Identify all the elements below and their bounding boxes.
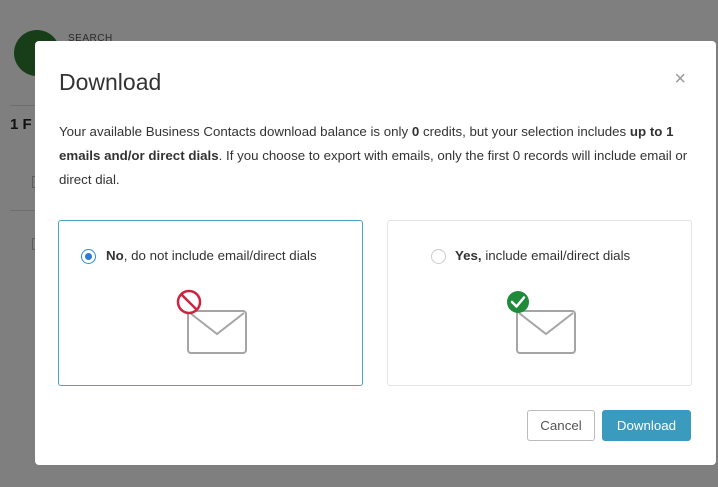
close-icon[interactable]: × [674,69,686,89]
download-modal: Download × Your available Business Conta… [35,41,716,465]
option-label-text: include email/direct dials [481,248,631,263]
option-include-emails[interactable]: Yes, include email/direct dials [387,220,692,386]
radio-include-emails[interactable] [431,249,446,264]
envelope-blocked-icon [176,289,247,354]
option-label-bold: Yes, [455,248,482,263]
option-exclude-emails[interactable]: No, do not include email/direct dials [58,220,363,386]
option-label-bold: No [106,248,124,263]
envelope-approved-icon [507,291,576,354]
option-include-label: Yes, include email/direct dials [455,248,630,263]
option-exclude-label: No, do not include email/direct dials [106,248,317,263]
cancel-button[interactable]: Cancel [527,410,595,441]
modal-title: Download [59,69,162,95]
balance-message: Your available Business Contacts downloa… [59,120,691,192]
option-label-text: , do not include email/direct dials [123,248,317,263]
radio-exclude-emails[interactable] [81,249,96,264]
message-text: credits, but your selection includes [419,124,630,139]
download-button[interactable]: Download [602,410,691,441]
message-text: Your available Business Contacts downloa… [59,124,412,139]
